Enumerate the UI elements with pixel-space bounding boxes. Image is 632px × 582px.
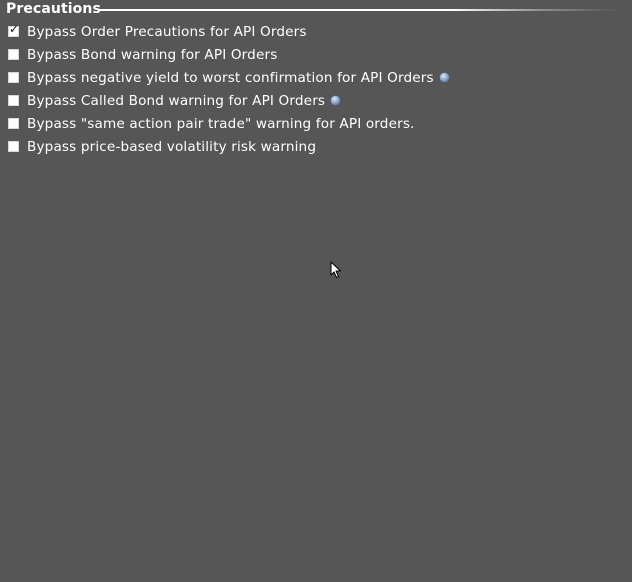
- option-bypass-same-action-pair-trade[interactable]: Bypass "same action pair trade" warning …: [8, 112, 628, 135]
- option-bypass-called-bond[interactable]: Bypass Called Bond warning for API Order…: [8, 89, 628, 112]
- section-divider: [98, 9, 618, 11]
- checkbox-bypass-same-action-pair-trade[interactable]: [8, 118, 19, 129]
- option-bypass-volatility-risk[interactable]: Bypass price-based volatility risk warni…: [8, 135, 628, 158]
- option-label: Bypass Order Precautions for API Orders: [27, 23, 307, 40]
- info-icon[interactable]: [330, 95, 341, 106]
- options-list: ✓ Bypass Order Precautions for API Order…: [8, 20, 628, 158]
- checkmark-icon: ✓: [9, 22, 20, 36]
- option-bypass-order-precautions[interactable]: ✓ Bypass Order Precautions for API Order…: [8, 20, 628, 43]
- checkbox-bypass-negative-yield[interactable]: [8, 72, 19, 83]
- section-title: Precautions: [6, 1, 101, 17]
- option-bypass-negative-yield[interactable]: Bypass negative yield to worst confirmat…: [8, 66, 628, 89]
- option-label: Bypass "same action pair trade" warning …: [27, 115, 415, 132]
- mouse-pointer-icon: [330, 261, 341, 278]
- option-label: Bypass Bond warning for API Orders: [27, 46, 278, 63]
- precautions-panel: Precautions ✓ Bypass Order Precautions f…: [0, 0, 632, 582]
- option-label: Bypass negative yield to worst confirmat…: [27, 69, 434, 86]
- checkbox-bypass-called-bond[interactable]: [8, 95, 19, 106]
- info-icon[interactable]: [438, 72, 450, 83]
- checkbox-bypass-volatility-risk[interactable]: [8, 141, 19, 152]
- option-label: Bypass Called Bond warning for API Order…: [27, 92, 326, 109]
- option-bypass-bond-warning[interactable]: Bypass Bond warning for API Orders: [8, 43, 628, 66]
- option-label: Bypass price-based volatility risk warni…: [27, 138, 317, 155]
- checkbox-bypass-order-precautions[interactable]: ✓: [8, 22, 20, 37]
- checkbox-bypass-bond-warning[interactable]: [8, 49, 19, 60]
